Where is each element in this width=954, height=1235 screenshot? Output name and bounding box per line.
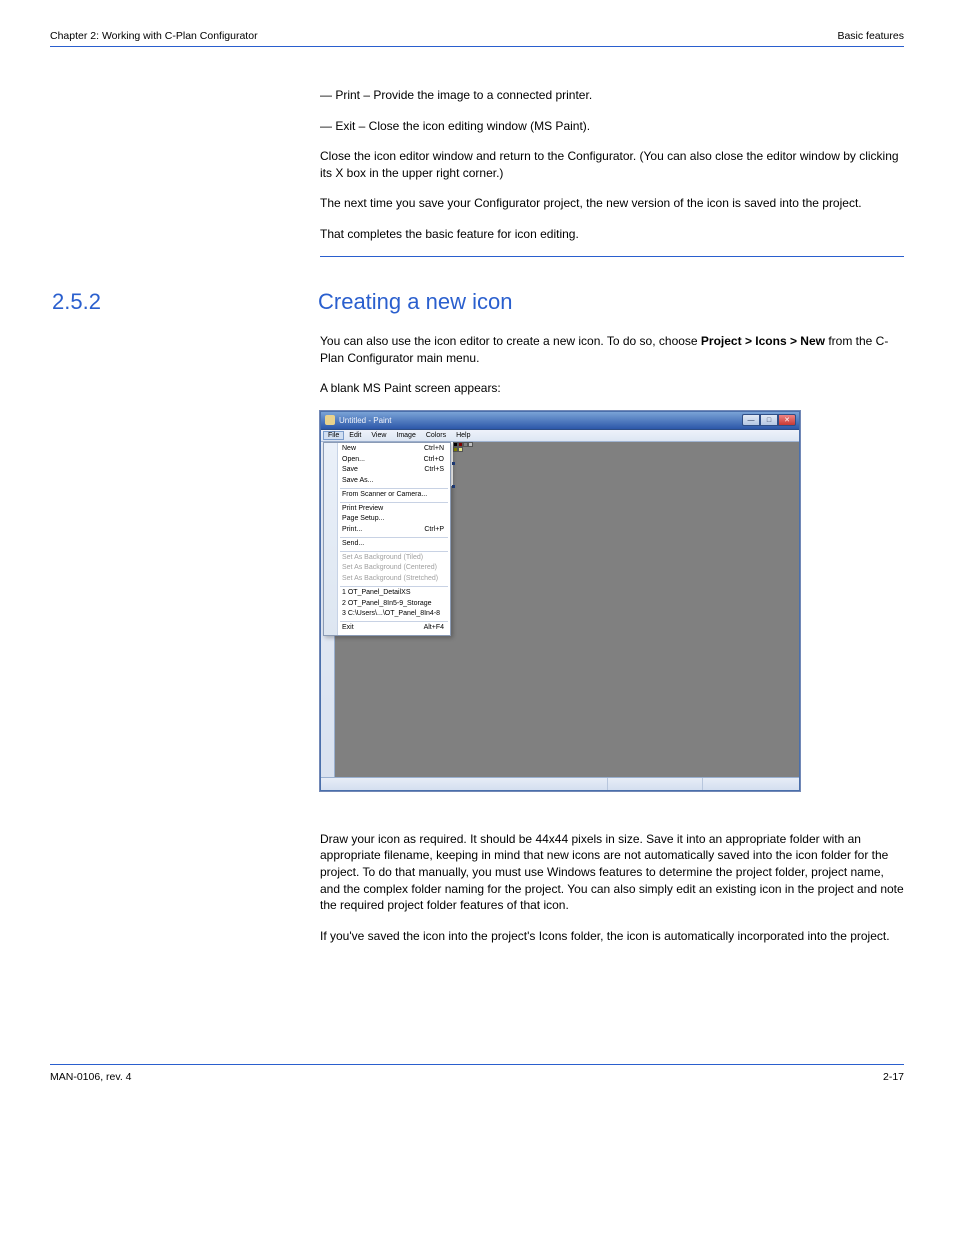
section-divider bbox=[320, 256, 904, 257]
menu-item: Set As Background (Centered) bbox=[324, 563, 450, 574]
menu-item-shortcut: Ctrl+O bbox=[424, 456, 444, 465]
section-title: Creating a new icon bbox=[128, 289, 904, 315]
footer-left: MAN-0106, rev. 4 bbox=[50, 1071, 132, 1083]
menu-item-label: 2 OT_Panel_8In5-9_Storage bbox=[342, 600, 432, 609]
resize-handle[interactable] bbox=[452, 485, 455, 488]
menu-item-label: Print... bbox=[342, 526, 362, 535]
close-button[interactable]: ✕ bbox=[778, 414, 796, 426]
section-number: 2.5.2 bbox=[50, 289, 110, 315]
menu-image[interactable]: Image bbox=[391, 432, 420, 439]
post-p2: If you've saved the icon into the projec… bbox=[320, 928, 904, 945]
intro-p2: — Exit – Close the icon editing window (… bbox=[320, 118, 904, 135]
menu-item-label: Print Preview bbox=[342, 505, 383, 514]
menu-item-label: Set As Background (Stretched) bbox=[342, 575, 438, 584]
menu-item-label: New bbox=[342, 445, 356, 454]
menu-item-label: 3 C:\Users\...\OT_Panel_8In4-8 bbox=[342, 610, 440, 619]
menu-item[interactable]: Save As... bbox=[324, 476, 450, 487]
menu-item[interactable]: 3 C:\Users\...\OT_Panel_8In4-8 bbox=[324, 609, 450, 620]
menu-item[interactable]: Save Ctrl+S bbox=[324, 465, 450, 476]
menu-separator bbox=[340, 621, 448, 622]
menu-help[interactable]: Help bbox=[451, 432, 475, 439]
menu-separator bbox=[340, 586, 448, 587]
intro-p3: Close the icon editor window and return … bbox=[320, 148, 904, 181]
intro-p4: The next time you save your Configurator… bbox=[320, 195, 904, 212]
page-header: Chapter 2: Working with C-Plan Configura… bbox=[50, 30, 904, 47]
intro-p1: — Print – Provide the image to a connect… bbox=[320, 87, 904, 104]
resize-handle[interactable] bbox=[452, 462, 455, 465]
menu-item[interactable]: 2 OT_Panel_8In5-9_Storage bbox=[324, 599, 450, 610]
paint-window: Untitled - Paint — □ ✕ File Edit View Im… bbox=[320, 411, 800, 791]
menu-item[interactable]: 1 OT_Panel_DetailXS bbox=[324, 588, 450, 599]
header-left: Chapter 2: Working with C-Plan Configura… bbox=[50, 30, 258, 42]
menu-item: Set As Background (Stretched) bbox=[324, 574, 450, 585]
menu-item-label: Set As Background (Centered) bbox=[342, 564, 437, 573]
color-swatch[interactable] bbox=[458, 447, 463, 452]
menu-item-shortcut: Alt+F4 bbox=[424, 624, 444, 633]
menu-item[interactable]: Print... Ctrl+P bbox=[324, 525, 450, 536]
menu-colors[interactable]: Colors bbox=[421, 432, 451, 439]
menu-item[interactable]: Send... bbox=[324, 539, 450, 550]
menu-item[interactable]: From Scanner or Camera... bbox=[324, 490, 450, 501]
intro-block: — Print – Provide the image to a connect… bbox=[320, 87, 904, 242]
section-p2: A blank MS Paint screen appears: bbox=[320, 380, 904, 397]
menu-item-label: Exit bbox=[342, 624, 354, 633]
file-menu: New Ctrl+N Open... Ctrl+O Save Ctrl+S Save As.… bbox=[323, 442, 451, 636]
menu-edit[interactable]: Edit bbox=[344, 432, 366, 439]
menu-item-label: Save bbox=[342, 466, 358, 475]
menu-item[interactable]: Open... Ctrl+O bbox=[324, 455, 450, 466]
menu-item[interactable]: Print Preview bbox=[324, 504, 450, 515]
section-p1: You can also use the icon editor to crea… bbox=[320, 333, 904, 366]
menu-separator bbox=[340, 551, 448, 552]
intro-p5: That completes the basic feature for ico… bbox=[320, 226, 904, 243]
menu-item-label: Save As... bbox=[342, 477, 374, 486]
page-footer: MAN-0106, rev. 4 2-17 bbox=[50, 1064, 904, 1083]
menu-item[interactable]: New Ctrl+N bbox=[324, 444, 450, 455]
menu-item: Set As Background (Tiled) bbox=[324, 553, 450, 564]
paint-title: Untitled - Paint bbox=[339, 416, 742, 425]
menu-item[interactable]: Exit Alt+F4 bbox=[324, 623, 450, 634]
menu-item-label: Send... bbox=[342, 540, 364, 549]
paint-menubar: File Edit View Image Colors Help bbox=[321, 430, 799, 442]
menu-item[interactable]: Page Setup... bbox=[324, 514, 450, 525]
menu-separator bbox=[340, 502, 448, 503]
menu-file[interactable]: File bbox=[323, 431, 344, 440]
menu-separator bbox=[340, 537, 448, 538]
menu-separator bbox=[340, 488, 448, 489]
paint-titlebar: Untitled - Paint — □ ✕ bbox=[321, 412, 799, 430]
maximize-button[interactable]: □ bbox=[760, 414, 778, 426]
footer-right: 2-17 bbox=[883, 1071, 904, 1083]
post-p1: Draw your icon as required. It should be… bbox=[320, 831, 904, 914]
header-right: Basic features bbox=[837, 30, 904, 42]
menu-item-shortcut: Ctrl+S bbox=[424, 466, 444, 475]
paint-statusbar bbox=[321, 777, 799, 790]
menu-item-label: Open... bbox=[342, 456, 365, 465]
section-heading: 2.5.2 Creating a new icon bbox=[50, 289, 904, 315]
menu-item-label: Page Setup... bbox=[342, 515, 384, 524]
paint-icon bbox=[325, 415, 335, 425]
menu-item-shortcut: Ctrl+N bbox=[424, 445, 444, 454]
menu-item-label: From Scanner or Camera... bbox=[342, 491, 427, 500]
menu-item-label: Set As Background (Tiled) bbox=[342, 554, 423, 563]
menu-view[interactable]: View bbox=[366, 432, 391, 439]
minimize-button[interactable]: — bbox=[742, 414, 760, 426]
color-swatch[interactable] bbox=[468, 442, 473, 447]
color-palette[interactable] bbox=[453, 442, 477, 452]
menu-item-label: 1 OT_Panel_DetailXS bbox=[342, 589, 410, 598]
menu-item-shortcut: Ctrl+P bbox=[424, 526, 444, 535]
paint-screenshot: Untitled - Paint — □ ✕ File Edit View Im… bbox=[320, 411, 904, 791]
